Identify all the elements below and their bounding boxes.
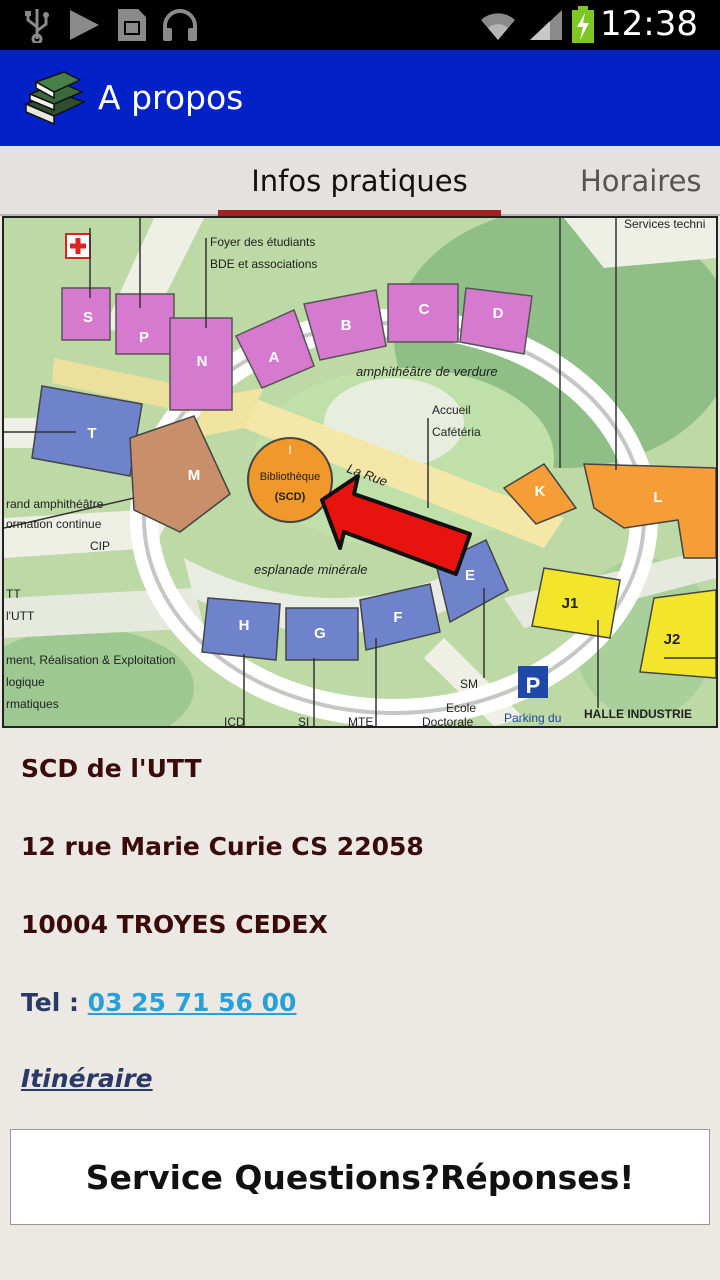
building-l: L (653, 489, 662, 506)
service-questions-button[interactable]: Service Questions?Réponses! (10, 1129, 710, 1225)
headphones-icon (160, 6, 200, 44)
map-label-doctorale: Doctorale (422, 715, 474, 726)
sd-card-icon (114, 6, 150, 44)
map-label-foyer1: Foyer des étudiants (210, 235, 315, 249)
map-label-parking: Parking du (504, 711, 561, 725)
map-label-cip: CIP (90, 539, 110, 553)
parking-icon: P (526, 673, 541, 698)
map-label-halle: HALLE INDUSTRIE (584, 707, 692, 721)
library-city: 10004 TROYES CEDEX (21, 910, 328, 939)
building-t: T (87, 425, 96, 442)
campus-map: Foyer des étudiants BDE et associations … (2, 216, 718, 728)
building-s: S (83, 309, 93, 326)
map-label-biblio-i: I (288, 443, 291, 457)
building-d: D (493, 305, 504, 322)
map-label-realisation: ment, Réalisation & Exploitation (6, 653, 175, 667)
building-a: A (269, 349, 280, 366)
building-e: E (465, 567, 475, 584)
usb-icon (22, 6, 52, 44)
tab-infos-pratiques[interactable]: Infos pratiques (218, 146, 501, 216)
building-g: G (314, 625, 326, 642)
map-label-grand-amphi1: rand amphithéâtre (6, 497, 104, 511)
wifi-icon (478, 6, 518, 44)
map-label-sm: SM (460, 677, 478, 691)
library-phone: Tel : 03 25 71 56 00 (21, 988, 296, 1017)
status-bar: 12:38 (0, 0, 720, 50)
map-label-amphi-verdure: amphithéâtre de verdure (356, 364, 498, 379)
building-p: P (139, 329, 149, 346)
building-k: K (535, 483, 546, 500)
map-label-biblio2: (SCD) (275, 491, 306, 503)
map-label-logique: logique (6, 675, 45, 689)
building-j1: J1 (562, 595, 579, 612)
tab-horaires[interactable]: Horaires (580, 146, 720, 216)
library-address: 12 rue Marie Curie CS 22058 (21, 832, 424, 861)
library-name: SCD de l'UTT (21, 754, 202, 783)
map-label-grand-amphi2: ormation continue (6, 517, 102, 531)
building-j2: J2 (664, 631, 681, 648)
map-label-mte: MTE (348, 715, 373, 726)
map-label-ecole: Ecole (446, 701, 476, 715)
itinerary-link[interactable]: Itinéraire (21, 1064, 153, 1093)
map-label-cafeteria: Cafétéria (432, 425, 481, 439)
tab-bar: Infos pratiques Horaires (0, 146, 720, 216)
map-label-tt: TT (6, 587, 21, 601)
building-b: B (341, 317, 352, 334)
play-icon (66, 6, 102, 44)
map-label-rmatiques: rmatiques (6, 697, 59, 711)
building-f: F (393, 609, 402, 626)
page-title: A propos (98, 78, 244, 117)
map-label-esplanade: esplanade minérale (254, 562, 367, 577)
action-bar: A propos (0, 50, 720, 146)
map-label-si: SI (298, 715, 309, 726)
map-label-icd: ICD (224, 715, 245, 726)
building-m: M (188, 467, 201, 484)
status-clock: 12:38 (600, 4, 698, 44)
map-label-services: Services techni (624, 218, 705, 231)
battery-charging-icon (570, 6, 596, 44)
books-icon[interactable] (22, 68, 88, 128)
building-c: C (419, 301, 430, 318)
map-label-lutt: l'UTT (6, 609, 35, 623)
building-n: N (197, 353, 208, 370)
phone-link[interactable]: 03 25 71 56 00 (88, 988, 297, 1017)
map-label-foyer2: BDE et associations (210, 257, 317, 271)
phone-label: Tel : (21, 988, 88, 1017)
map-label-accueil: Accueil (432, 403, 471, 417)
signal-icon (526, 6, 566, 44)
building-h: H (239, 617, 250, 634)
map-label-biblio1: Bibliothèque (260, 471, 321, 483)
